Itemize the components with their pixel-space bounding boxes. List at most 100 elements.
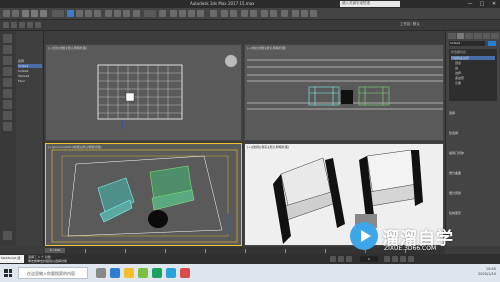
viewport-perspective-label[interactable]: [+][透视][真实][默认明暗处理] <box>247 145 289 149</box>
ribbon-tool-3-icon[interactable] <box>19 22 25 28</box>
viewport-camera[interactable]: [+][Camera001][线框][默认明暗处理] <box>45 143 242 246</box>
filter-geometry-icon[interactable] <box>3 34 12 43</box>
modifier-subitem[interactable]: 边 <box>455 66 458 70</box>
scene-list-item[interactable]: Sofa01 <box>18 64 42 68</box>
rollout-soft-selection[interactable]: 软选择 <box>449 131 458 135</box>
file-explorer-icon[interactable] <box>124 268 134 278</box>
clock-date: 2020/1/10 <box>478 272 496 276</box>
percent-snap-icon[interactable] <box>188 10 195 17</box>
scene-list-item[interactable]: Floor <box>18 79 25 83</box>
scene-list-item[interactable]: Table01 <box>18 74 30 78</box>
workspace-selector[interactable]: 工作区: 默认 <box>400 22 420 27</box>
filter-groups-icon[interactable] <box>3 100 12 109</box>
selection-region-icon[interactable] <box>85 10 92 17</box>
window-crossing-icon[interactable] <box>94 10 101 17</box>
rotate-icon[interactable] <box>114 10 121 17</box>
modifier-subitem[interactable]: 边界 <box>455 71 461 75</box>
tab-hierarchy[interactable] <box>465 33 474 39</box>
ribbon-tool-4-icon[interactable] <box>27 22 33 28</box>
modifier-subitem[interactable]: 多边形 <box>455 76 464 80</box>
selection-filter-dropdown[interactable] <box>52 10 64 17</box>
tab-motion[interactable] <box>474 33 482 39</box>
move-icon[interactable] <box>105 10 112 17</box>
goto-start-icon[interactable] <box>330 256 336 262</box>
close-button[interactable]: ✕ <box>488 0 500 8</box>
maxscript-listener[interactable]: MAXScript 迷 <box>0 255 24 263</box>
tab-create[interactable] <box>448 33 456 39</box>
placement-icon[interactable] <box>133 10 140 17</box>
ribbon-tool-2-icon[interactable] <box>11 22 17 28</box>
windows-start-icon[interactable] <box>4 269 12 277</box>
edge-browser-icon[interactable] <box>110 268 120 278</box>
bind-space-warp-icon[interactable] <box>40 10 47 17</box>
wechat-icon[interactable] <box>152 268 162 278</box>
filter-space-warps-icon[interactable] <box>3 89 12 98</box>
link-icon[interactable] <box>22 10 29 17</box>
object-color-swatch[interactable] <box>488 41 496 46</box>
spinner-snap-icon[interactable] <box>197 10 204 17</box>
reference-coordinate-dropdown[interactable] <box>144 10 156 17</box>
viewport-top[interactable]: [+][顶][线框][默认明暗处理] <box>45 44 242 141</box>
curve-editor-icon[interactable] <box>261 10 268 17</box>
tab-utilities[interactable] <box>491 33 500 39</box>
snaps-toggle-icon[interactable] <box>170 10 177 17</box>
rollout-subdivision-displacement[interactable]: 细分置换 <box>449 191 461 195</box>
rollout-edit-geometry[interactable]: 编辑几何体 <box>449 151 464 155</box>
chrome-browser-icon[interactable] <box>138 268 148 278</box>
play-icon[interactable] <box>338 256 344 262</box>
modifier-list-dropdown[interactable]: 修改器列表 <box>451 50 466 54</box>
scene-explorer-settings-icon[interactable] <box>3 231 12 240</box>
viewport-camera-label[interactable]: [+][Camera001][线框][默认明暗处理] <box>48 145 101 149</box>
rollout-selection[interactable]: 选择 <box>449 111 455 115</box>
filter-cameras-icon[interactable] <box>3 67 12 76</box>
rollout-paint-deformation[interactable]: 绘制变形 <box>449 211 461 215</box>
filter-helpers-icon[interactable] <box>3 78 12 87</box>
help-search-input[interactable]: 键入关键字或短语 <box>340 1 400 7</box>
camera-table <box>148 210 168 228</box>
unlink-icon[interactable] <box>31 10 38 17</box>
scene-list-item[interactable]: Sofa02 <box>18 69 28 73</box>
time-slider[interactable]: 0 / 100 <box>45 248 65 253</box>
viewport-front[interactable]: [+][前][线框][默认明暗处理] <box>244 44 444 141</box>
object-name-field[interactable]: Sofa01 <box>449 41 485 46</box>
rendered-frame-window-icon[interactable] <box>301 10 308 17</box>
tab-modify[interactable] <box>456 33 465 39</box>
scale-icon[interactable] <box>123 10 130 17</box>
modifier-item[interactable]: 可编辑多边形 <box>451 56 495 60</box>
undo-icon[interactable] <box>3 10 10 17</box>
layer-explorer-icon[interactable] <box>241 10 248 17</box>
angle-snap-icon[interactable] <box>179 10 186 17</box>
viewport-front-label[interactable]: [+][前][线框][默认明暗处理] <box>247 46 286 50</box>
mirror-icon[interactable] <box>221 10 228 17</box>
maximize-button[interactable]: □ <box>476 0 488 8</box>
command-panel: Sofa01 修改器列表 可编辑多边形 顶点 边 边界 多边形 元素 选择 软选… <box>445 31 500 246</box>
select-by-name-icon[interactable] <box>76 10 83 17</box>
modifier-subitem[interactable]: 顶点 <box>455 61 461 65</box>
tab-display[interactable] <box>482 33 491 39</box>
3dsmax-taskbar-icon[interactable] <box>166 268 176 278</box>
modifier-subitem[interactable]: 元素 <box>455 81 461 85</box>
taskbar-clock[interactable]: 10:45 2020/1/10 <box>470 267 496 277</box>
render-teapot-icon[interactable] <box>310 10 317 17</box>
align-icon[interactable] <box>230 10 237 17</box>
minimize-button[interactable]: — <box>464 0 476 8</box>
filter-bones-icon[interactable] <box>3 122 12 131</box>
select-object-icon[interactable] <box>67 10 74 17</box>
ribbon-tool-1-icon[interactable] <box>3 22 9 28</box>
filter-xrefs-icon[interactable] <box>3 111 12 120</box>
material-editor-icon[interactable] <box>281 10 288 17</box>
rollout-subdivision-surface[interactable]: 细分曲面 <box>449 171 461 175</box>
pivot-point-icon[interactable] <box>159 10 166 17</box>
viewport-top-label[interactable]: [+][顶][线框][默认明暗处理] <box>48 46 87 50</box>
ribbon-tool-5-icon[interactable] <box>35 22 41 28</box>
ribbon-toggle-icon[interactable] <box>250 10 257 17</box>
schematic-view-icon[interactable] <box>270 10 277 17</box>
taskbar-search-input[interactable]: 在这里输入你要搜索的内容 <box>18 267 88 279</box>
render-setup-icon[interactable] <box>292 10 299 17</box>
redo-icon[interactable] <box>12 10 19 17</box>
filter-lights-icon[interactable] <box>3 56 12 65</box>
app-taskbar-icon[interactable] <box>180 268 190 278</box>
task-view-icon[interactable] <box>96 268 106 278</box>
filter-shapes-icon[interactable] <box>3 45 12 54</box>
named-selection-icon[interactable] <box>210 10 217 17</box>
